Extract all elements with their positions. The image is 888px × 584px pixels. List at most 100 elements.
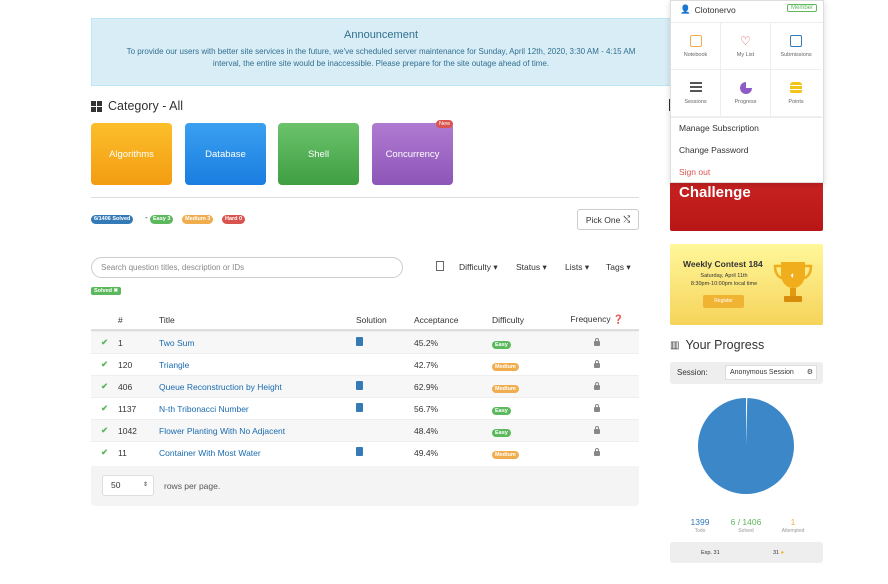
lock-icon [594,359,600,368]
updown-icon: ⇕ [142,482,148,488]
difficulty-header[interactable]: Difficulty [492,315,555,325]
sessions-label: Sessions [684,99,707,105]
heart-icon: ♡ [740,34,751,48]
rows-per-page-select[interactable]: 50 ⇕ [102,475,154,496]
difficulty-tag: Easy [492,428,511,437]
help-icon: ❓ [612,314,624,324]
challenge-text: Challenge [679,184,751,201]
acceptance-value: 45.2% [414,337,439,348]
attempted-value: 1 [790,517,796,527]
difficulty-cell: Medium [492,360,555,371]
lock-icon [594,447,600,456]
my-list-link[interactable]: ♡ My List [721,23,771,70]
table-row[interactable]: ✔ 120 Triangle 42.7% Medium [91,353,639,375]
progress-pie [698,398,794,494]
acceptance-header[interactable]: Acceptance [414,315,492,325]
problem-number: 11 [118,447,127,458]
category-shell[interactable]: Shell [278,123,359,185]
status-filter[interactable]: Status ▾ [516,262,547,273]
todo-label: Todo [694,528,706,534]
announcement-message: To provide our users with better site se… [126,47,636,68]
gear-icon: ⚙ [806,369,813,376]
problem-title-link[interactable]: Flower Planting With No Adjacent [159,426,356,436]
problem-title-link[interactable]: Triangle [159,360,356,370]
table-row[interactable]: ✔ 1137 N-th Tribonacci Number 56.7% Easy [91,397,639,419]
rows-per-page-value: 50 [111,480,121,490]
problem-number: 406 [118,381,133,392]
easy-count-badge: Easy 3 [150,215,174,224]
solution-icon[interactable] [356,447,363,456]
solution-cell[interactable] [356,403,414,414]
submissions-link[interactable]: Submissions [771,23,821,70]
solved-filter-chip[interactable]: Solved ✖ [91,287,122,295]
frequency-header[interactable]: Frequency ❓ [555,314,639,325]
frequency-cell [555,381,639,392]
table-row[interactable]: ✔ 1042 Flower Planting With No Adjacent 48.… [91,419,639,441]
problem-title-link[interactable]: N-th Tribonacci Number [159,404,356,414]
category-algorithms[interactable]: Algorithms [91,123,172,185]
problem-title-link[interactable]: Container With Most Water [159,448,356,458]
attempted-label: Attempted [781,528,805,534]
solution-icon[interactable] [356,403,363,412]
solution-icon[interactable] [356,381,363,390]
difficulty-cell: Easy [492,426,555,437]
num-header[interactable]: # [118,315,159,325]
title-header[interactable]: Title [159,315,356,325]
category-title: Category - All [91,99,183,113]
check-icon: ✔ [100,403,109,413]
document-icon[interactable] [436,261,444,271]
rows-per-page-label: rows per page. [164,481,221,491]
grid-icon [91,100,102,112]
lock-icon [594,403,600,412]
check-icon: ✔ [100,359,109,369]
experience-bar [670,542,823,563]
difficulty-filter[interactable]: Difficulty ▾ [459,262,498,273]
check-icon: ✔ [100,425,109,435]
difficulty-tag: Medium [492,450,519,459]
session-label: Session: [677,368,708,377]
table-row[interactable]: ✔ 406 Queue Reconstruction by Height 62.9% M… [91,375,639,397]
category-concurrency[interactable]: Concurrency [372,123,453,185]
pick-one-button[interactable]: Pick One ⤭ [577,209,639,230]
dropdown-user[interactable]: 👤 Clotonervo [680,4,736,15]
manage-subscription-link[interactable]: Manage Subscription [679,123,759,133]
difficulty-cell: Easy [492,338,555,349]
table-row[interactable]: ✔ 1 Two Sum 45.2% Easy [91,331,639,353]
table-row[interactable]: ✔ 11 Container With Most Water 49.4% Medium [91,441,639,463]
todo-value: 1399 [690,517,710,527]
session-value: Anonymous Session [730,369,794,376]
frequency-header-label: Frequency [570,314,611,324]
problem-title-link[interactable]: Queue Reconstruction by Height [159,382,356,392]
category-database[interactable]: Database [185,123,266,185]
solution-cell[interactable] [356,381,414,392]
solution-icon[interactable] [356,337,363,346]
sessions-link[interactable]: Sessions [671,70,721,117]
difficulty-tag: Easy [492,340,511,349]
session-select[interactable]: Anonymous Session ⚙ [725,365,817,380]
progress-link[interactable]: Progress [721,70,771,117]
problem-title-link[interactable]: Two Sum [159,338,356,348]
problems-table: # Title Solution Acceptance Difficulty F… [91,310,639,463]
register-button[interactable]: Register [703,295,744,308]
sign-out-link[interactable]: Sign out [679,167,710,177]
frequency-cell [555,425,639,436]
points-link[interactable]: Points [771,70,821,117]
hard-count-badge: Hard 0 [222,215,246,224]
check-icon: ✔ [100,381,109,391]
solution-header[interactable]: Solution [356,315,414,325]
change-password-link[interactable]: Change Password [679,145,748,155]
frequency-cell [555,447,639,458]
acceptance-value: 48.4% [414,425,439,436]
notebook-link[interactable]: Notebook [671,23,721,70]
divider [91,197,639,198]
lists-filter[interactable]: Lists ▾ [565,262,589,273]
medium-count-badge: Medium 3 [182,215,214,224]
contest-date: Saturday, April 11th 8:30pm-10:00pm loca… [690,273,758,287]
tags-filter[interactable]: Tags ▾ [606,262,631,273]
search-input[interactable] [91,257,403,278]
solution-cell[interactable] [356,337,414,348]
problem-number: 120 [118,359,133,370]
progress-title: ▥ Your Progress [670,338,764,352]
solution-cell[interactable] [356,447,414,458]
bar-chart-icon: ▥ [670,339,680,351]
